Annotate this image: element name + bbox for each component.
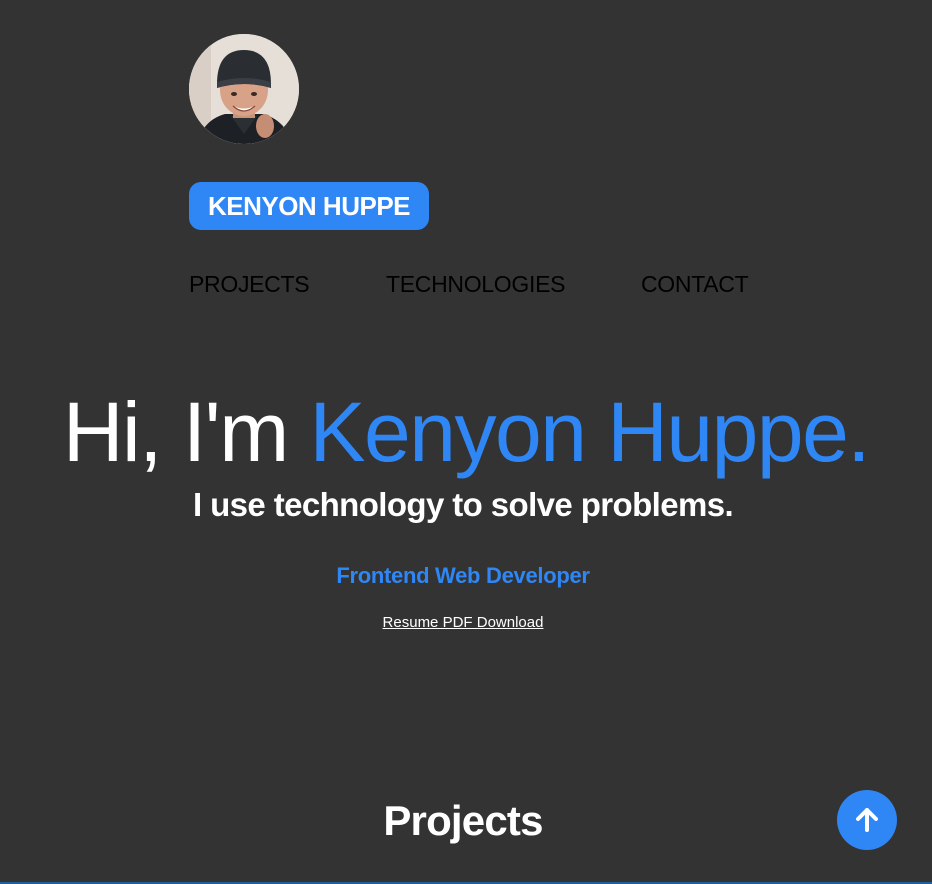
avatar-photo: [189, 34, 299, 144]
projects-section-title: Projects: [383, 797, 543, 844]
hero-greeting: Hi, I'm: [62, 385, 310, 479]
nav-link-technologies[interactable]: TECHNOLOGIES: [386, 268, 565, 300]
page: KENYON HUPPE PROJECTS TECHNOLOGIES CONTA…: [0, 0, 932, 884]
role-title: Frontend Web Developer: [336, 563, 590, 588]
nav-link-contact[interactable]: CONTACT: [641, 268, 749, 300]
hero-name: Kenyon Huppe.: [309, 385, 871, 479]
avatar: [189, 34, 299, 144]
scroll-to-top-button[interactable]: [837, 790, 897, 850]
resume-download-link[interactable]: Resume PDF Download: [383, 614, 544, 631]
site-name-badge[interactable]: KENYON HUPPE: [189, 182, 429, 230]
arrow-up-icon: [856, 808, 878, 832]
resume-link-container: Resume PDF Download: [0, 612, 926, 634]
hero-title: Hi, I'm Kenyon Huppe.: [0, 384, 932, 480]
nav-link-projects[interactable]: PROJECTS: [189, 268, 310, 300]
hero-tagline: I use technology to solve problems.: [192, 486, 734, 523]
